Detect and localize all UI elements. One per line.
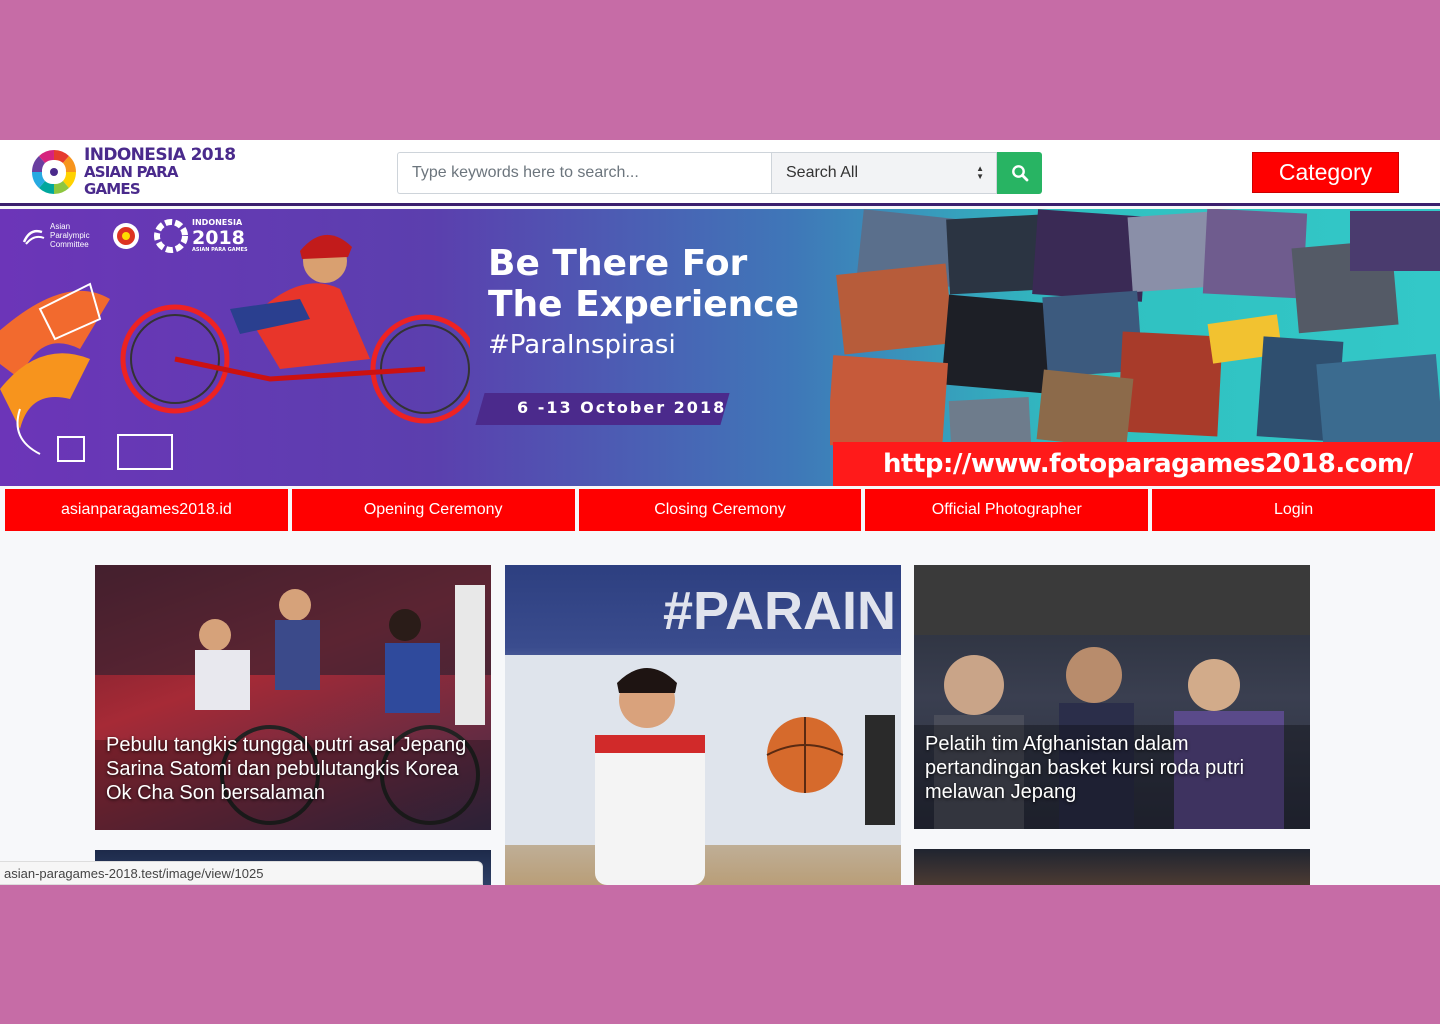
banner-headline-line2: The Experience [488, 284, 800, 325]
apc-logo: Asian Paralympic Committee [22, 222, 98, 249]
photo-card[interactable]: Pelatih tim Afghanistan dalam pertanding… [914, 565, 1310, 829]
photo-collage-graphic [830, 209, 1440, 449]
banner-url[interactable]: http://www.fotoparagames2018.com/ [833, 442, 1440, 486]
link-status-bar: asian-paragames-2018.test/image/view/102… [0, 861, 483, 885]
photo-card[interactable]: #PARAIN [505, 565, 901, 885]
site-logo[interactable]: INDONESIA 2018 ASIAN PARA GAMES [28, 146, 238, 198]
nav-asianparagames[interactable]: asianparagames2018.id [5, 489, 288, 531]
logo-subtitle: ASIAN PARA GAMES [83, 162, 179, 198]
apc-label: Asian Paralympic Committee [50, 222, 90, 249]
event-logo-line3: ASIAN PARA GAMES [192, 247, 248, 253]
event-logo-icon [154, 218, 188, 253]
asian-para-games-logo-icon [31, 150, 76, 194]
search-icon [1011, 165, 1028, 182]
agitos-icon [22, 229, 45, 245]
photo-card[interactable]: Pebulu tangkis tunggal putri asal Jepang… [95, 565, 491, 830]
svg-text:#PARAIN: #PARAIN [663, 581, 896, 641]
select-arrows-icon: ▲ ▼ [976, 164, 984, 181]
browser-viewport: INDONESIA 2018 ASIAN PARA GAMES Search A… [0, 140, 1440, 885]
category-button[interactable]: Category [1252, 152, 1399, 193]
photo-caption: Pebulu tangkis tunggal putri asal Jepang… [106, 734, 467, 804]
logo-title: INDONESIA 2018 [83, 144, 236, 165]
search-button[interactable] [997, 152, 1042, 194]
nav-login[interactable]: Login [1152, 489, 1435, 531]
banner-dates: 6 -13 October 2018 [517, 398, 727, 417]
search-form: Search All ▲▼ [397, 152, 1042, 194]
banner-hashtag: #ParaInspirasi [488, 330, 676, 360]
ministry-emblem-icon [113, 222, 139, 249]
search-scope-value: Search All [786, 164, 859, 181]
basketball-photo: #PARAIN [505, 581, 901, 885]
event-logo-line2: 2018 [192, 227, 245, 249]
nav-closing-ceremony[interactable]: Closing Ceremony [578, 489, 862, 531]
nav-opening-ceremony[interactable]: Opening Ceremony [291, 489, 575, 531]
photo-caption: Pelatih tim Afghanistan dalam pertanding… [925, 733, 1245, 803]
banner-headline-line1: Be There For [488, 243, 748, 284]
nav-official-photographer[interactable]: Official Photographer [865, 489, 1149, 531]
main-nav: asianparagames2018.id Opening Ceremony C… [5, 489, 1435, 531]
hero-banner[interactable]: Asian Paralympic Committee INDONESIA 201… [0, 209, 1440, 486]
search-input[interactable] [397, 152, 771, 194]
search-scope-select[interactable]: Search All ▲ ▼ [771, 152, 997, 194]
banner-event-logo: INDONESIA 2018 ASIAN PARA GAMES [154, 217, 248, 254]
banner-logos: Asian Paralympic Committee INDONESIA 201… [22, 217, 248, 254]
site-header: INDONESIA 2018 ASIAN PARA GAMES Search A… [0, 140, 1440, 206]
photo-card[interactable] [914, 849, 1310, 885]
banner-headline: Be There For The Experience [488, 243, 799, 325]
